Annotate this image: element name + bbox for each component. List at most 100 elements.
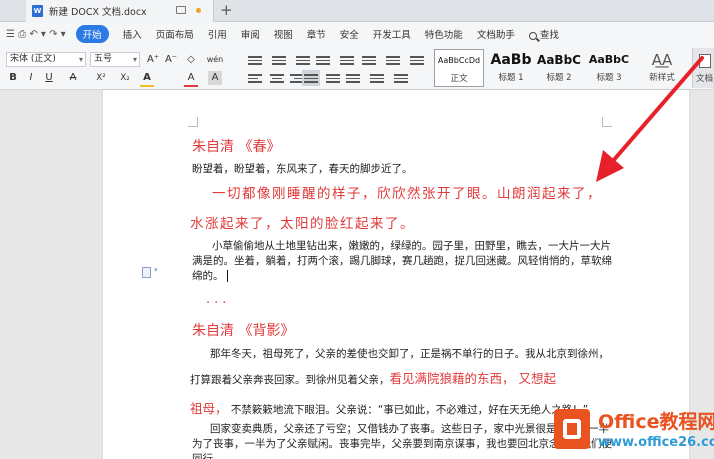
heading-back-view[interactable]: 朱自清 《背影》	[192, 320, 294, 340]
home-tab-stub[interactable]	[0, 0, 26, 22]
paragraph-line[interactable]: 小草偷偷地从土地里钻出来，嫩嫩的，绿绿的。园子里，田野里，瞧去，一大片一大片	[212, 238, 611, 253]
unsaved-dot-icon	[196, 8, 201, 13]
borders-icon[interactable]	[410, 54, 424, 66]
font-size-increase-button[interactable]: A⁺	[146, 53, 160, 67]
paragraph-text-black: 打算跟着父亲奔丧回家。到徐州见着父亲，	[190, 374, 390, 386]
paragraph-line[interactable]: 那年冬天，祖母死了，父亲的差使也交卸了，正是祸不单行的日子。我从北京到徐州，	[210, 346, 609, 361]
page-corner-mark	[602, 117, 612, 127]
show-marks-icon[interactable]	[386, 54, 400, 66]
mixed-paragraph-line[interactable]: 打算跟着父亲奔丧回家。到徐州见着父亲，看见满院狼藉的东西， 又想起	[190, 368, 556, 387]
search-icon	[528, 31, 537, 40]
menu-developer[interactable]: 开发工具	[373, 27, 411, 41]
heading-spring[interactable]: 朱自清 《春》	[192, 136, 280, 156]
justify-icon[interactable]	[302, 70, 320, 86]
style-heading-3-sample: AaBbC	[588, 53, 630, 66]
style-heading-2[interactable]: AaBbC 标题 2	[534, 49, 584, 87]
menu-doc-assistant[interactable]: 文档助手	[477, 27, 515, 41]
paragraph-line-with-cursor[interactable]: 绵的。	[192, 268, 228, 283]
menu-review[interactable]: 审阅	[241, 27, 260, 41]
style-normal-sample: AaBbCcDd	[437, 56, 481, 65]
tab-bar: W 新建 DOCX 文档.docx +	[0, 0, 714, 22]
search-label: 查找	[539, 30, 559, 41]
paragraph-line[interactable]: 满是的。坐着，躺着，打两个滚，踢几脚球，赛几趟跑，捉几回迷藏。风轻悄悄的，草软绵	[192, 253, 612, 268]
menu-bar: ☰ ⎙ ↶ ▾ ↷ ▾ 开始 插入 页面布局 引用 审阅 视图 章节 安全 开发…	[0, 22, 714, 46]
writer-doc-icon: W	[32, 5, 43, 17]
ribbon-home: 宋体 (正文) 五号 A⁺ A⁻ ◇ wén B I U A X² X₂ A A…	[0, 46, 714, 90]
office-logo-icon	[554, 409, 590, 449]
increase-indent-icon[interactable]	[316, 54, 330, 66]
style-heading-1[interactable]: AaBb 标题 1	[486, 49, 536, 87]
font-size-decrease-button[interactable]: A⁻	[164, 53, 178, 67]
menu-insert[interactable]: 插入	[123, 27, 142, 41]
subscript-button[interactable]: X₂	[116, 71, 134, 85]
bullet-list-icon[interactable]	[248, 54, 262, 66]
paragraph-line-text: 绵的。	[192, 270, 224, 282]
mixed-paragraph-line[interactable]: 祖母， 不禁簌簌地流下眼泪。父亲说：“事已如此，不必难过，好在天无绝人之路！”	[190, 398, 588, 417]
menu-view[interactable]: 视图	[274, 27, 293, 41]
sort-icon[interactable]	[362, 54, 376, 66]
doc-side-label: 文档	[696, 74, 714, 84]
border-box-icon[interactable]	[394, 72, 408, 84]
font-name-select[interactable]: 宋体 (正文)	[6, 52, 86, 67]
paragraph-text-red: 看见满院狼藉的东西， 又想起	[389, 371, 556, 386]
watermark-url: www.office26.com	[598, 435, 714, 450]
site-watermark: Office教程网 www.office26.com	[554, 405, 714, 459]
char-shading-button[interactable]: A	[208, 71, 222, 85]
decrease-indent-icon[interactable]	[296, 54, 310, 66]
menu-search[interactable]: 查找	[528, 27, 559, 41]
new-style-button[interactable]: A͟A 新样式	[640, 49, 684, 83]
menu-references[interactable]: 引用	[208, 27, 227, 41]
shading-icon[interactable]	[370, 72, 384, 84]
underline-button[interactable]: U	[42, 71, 56, 85]
text-effect-button[interactable]: A	[140, 71, 154, 87]
style-normal-label: 正文	[450, 74, 468, 84]
style-heading-3-label: 标题 3	[596, 73, 622, 83]
document-icon	[699, 54, 711, 68]
numbered-list-icon[interactable]	[272, 54, 286, 66]
watermark-brand: Office教程网	[598, 411, 714, 433]
page-corner-mark	[188, 117, 198, 127]
monitor-icon[interactable]	[176, 6, 186, 14]
paragraph-text-black: 不禁簌簌地流下眼泪。父亲说：“事已如此，不必难过，好在天无绝人之路！”	[227, 404, 589, 416]
paragraph-line[interactable]: 盼望着，盼望着，东风来了，春天的脚步近了。	[192, 161, 413, 176]
ellipsis-text[interactable]: ...	[206, 292, 230, 307]
bold-button[interactable]: B	[6, 71, 20, 85]
strikethrough-button[interactable]: A	[66, 71, 80, 85]
font-size-select[interactable]: 五号	[90, 52, 140, 67]
style-normal[interactable]: AaBbCcDd 正文	[434, 49, 484, 87]
new-style-icon: A͟A	[651, 51, 673, 69]
style-heading-3[interactable]: AaBbC 标题 3	[584, 49, 634, 87]
paragraph-handle-icon[interactable]	[142, 266, 158, 278]
chinese-layout-icon[interactable]	[340, 54, 354, 66]
document-tab-title: 新建 DOCX 文档.docx	[49, 7, 147, 18]
quick-access-toolbar[interactable]: ☰ ⎙ ↶ ▾ ↷ ▾	[6, 29, 66, 40]
distributed-icon[interactable]	[326, 72, 340, 84]
style-heading-1-label: 标题 1	[498, 73, 524, 83]
pinyin-button[interactable]: wén	[204, 53, 226, 67]
style-heading-1-sample: AaBb	[490, 52, 532, 68]
font-color-button[interactable]: A	[184, 71, 198, 87]
paragraph-line[interactable]: 为了丧事，一半为了父亲赋闲。丧事完毕，父亲要到南京谋事，我也要回北京念书，我们便	[192, 436, 612, 451]
menu-features[interactable]: 特色功能	[425, 27, 463, 41]
style-heading-2-sample: AaBbC	[537, 53, 581, 67]
paragraph-line[interactable]: 回家变卖典质，父亲还了亏空；又借钱办了丧事。这些日子，家中光景很是惨淡，一半	[210, 421, 609, 436]
menu-security[interactable]: 安全	[340, 27, 359, 41]
menu-section[interactable]: 章节	[307, 27, 326, 41]
red-paragraph-line[interactable]: 一切都像刚睡醒的样子，欣欣然张开了眼。山朗润起来了，	[212, 182, 602, 202]
doc-side-button[interactable]: 文档	[692, 48, 714, 88]
red-paragraph-line[interactable]: 水涨起来了，太阳的脸红起来了。	[190, 212, 415, 232]
line-spacing-icon[interactable]	[346, 72, 360, 84]
superscript-button[interactable]: X²	[92, 71, 110, 85]
style-heading-2-label: 标题 2	[546, 73, 572, 83]
clear-format-button[interactable]: ◇	[184, 53, 198, 67]
new-style-label: 新样式	[649, 73, 675, 83]
paragraph-line[interactable]: 同行。	[192, 451, 224, 459]
italic-button[interactable]: I	[24, 71, 38, 85]
text-cursor	[226, 270, 228, 282]
paragraph-text-red: 祖母，	[190, 401, 228, 416]
menu-page-layout[interactable]: 页面布局	[156, 27, 194, 41]
align-center-icon[interactable]	[270, 72, 284, 84]
menu-home[interactable]: 开始	[75, 25, 109, 43]
align-left-icon[interactable]	[248, 72, 262, 84]
new-tab-button[interactable]: +	[220, 1, 233, 19]
